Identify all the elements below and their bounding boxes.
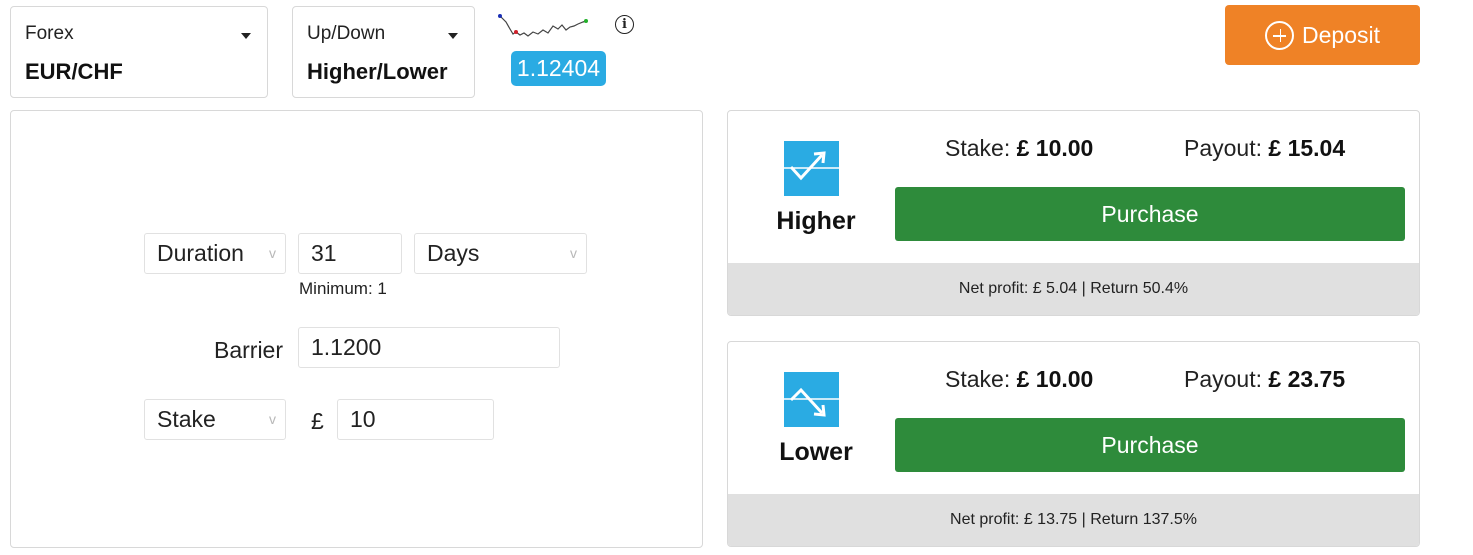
stake-label: Stake: [945, 135, 1011, 161]
stake-label: Stake: [945, 366, 1011, 392]
barrier-input[interactable]: 1.1200 [298, 327, 560, 368]
net-profit-info: Net profit: £ 13.75 | Return 137.5% [728, 494, 1419, 546]
sparkline-start-dot [498, 14, 502, 18]
trade-type-value: Higher/Lower [307, 59, 448, 84]
payout-info: Payout: £ 15.04 [1184, 135, 1345, 162]
payout-info: Payout: £ 23.75 [1184, 366, 1345, 393]
currency-symbol: £ [311, 408, 324, 434]
payout-amount: £ 15.04 [1268, 135, 1346, 161]
trade-type-selector[interactable]: Up/Down Higher/Lower [292, 6, 475, 98]
duration-minimum-hint: Minimum: 1 [299, 279, 387, 298]
duration-value-input[interactable]: 31 [298, 233, 402, 274]
stake-amount-value: 10 [350, 406, 376, 432]
plus-circle-icon [1265, 20, 1294, 50]
price-sparkline [498, 14, 588, 37]
amount-type-value: Stake [157, 406, 216, 432]
deposit-button[interactable]: Deposit [1225, 5, 1420, 65]
duration-type-value: Duration [157, 240, 244, 266]
arrow-down-right-icon [784, 372, 839, 427]
caret-down-icon [448, 33, 458, 39]
info-icon[interactable]: i [615, 15, 634, 34]
chevron-down-icon: v [570, 245, 577, 261]
sparkline-path [499, 15, 587, 37]
spot-price-badge: 1.12404 [511, 51, 606, 86]
sparkline-end-dot [584, 19, 588, 23]
stake-amount: £ 10.00 [1016, 366, 1094, 392]
stake-info: Stake: £ 10.00 [945, 366, 1093, 393]
contract-card-lower: Lower Stake: £ 10.00 Payout: £ 23.75 Pur… [727, 341, 1420, 547]
market-symbol-value: EUR/CHF [25, 59, 123, 84]
caret-down-icon [241, 33, 251, 39]
purchase-higher-button[interactable]: Purchase [895, 187, 1405, 241]
contract-name: Higher [776, 207, 856, 235]
stake-amount: £ 10.00 [1016, 135, 1094, 161]
chevron-down-icon: v [269, 411, 276, 427]
payout-amount: £ 23.75 [1268, 366, 1346, 392]
trade-parameters-panel: Duration v 31 Days v Minimum: 1 Barrier … [10, 110, 703, 548]
duration-unit-value: Days [427, 240, 480, 266]
payout-label: Payout: [1184, 366, 1262, 392]
contract-card-higher: Higher Stake: £ 10.00 Payout: £ 15.04 Pu… [727, 110, 1420, 316]
barrier-label: Barrier [214, 337, 284, 363]
chevron-down-icon: v [269, 245, 276, 261]
payout-label: Payout: [1184, 135, 1262, 161]
deposit-button-label: Deposit [1302, 21, 1380, 48]
contract-name: Lower [779, 438, 853, 466]
duration-unit-select[interactable]: Days v [414, 233, 587, 274]
duration-value: 31 [311, 240, 337, 266]
stake-amount-input[interactable]: 10 [337, 399, 494, 440]
trade-category-label: Up/Down [307, 23, 386, 44]
market-selector[interactable]: Forex EUR/CHF [10, 6, 268, 98]
purchase-lower-button[interactable]: Purchase [895, 418, 1405, 472]
amount-type-select[interactable]: Stake v [144, 399, 286, 440]
sparkline-low-dot [514, 30, 518, 34]
arrow-up-right-icon [784, 141, 839, 196]
net-profit-info: Net profit: £ 5.04 | Return 50.4% [728, 263, 1419, 315]
duration-type-select[interactable]: Duration v [144, 233, 286, 274]
market-category-label: Forex [25, 23, 74, 44]
stake-info: Stake: £ 10.00 [945, 135, 1093, 162]
barrier-value: 1.1200 [311, 334, 382, 360]
